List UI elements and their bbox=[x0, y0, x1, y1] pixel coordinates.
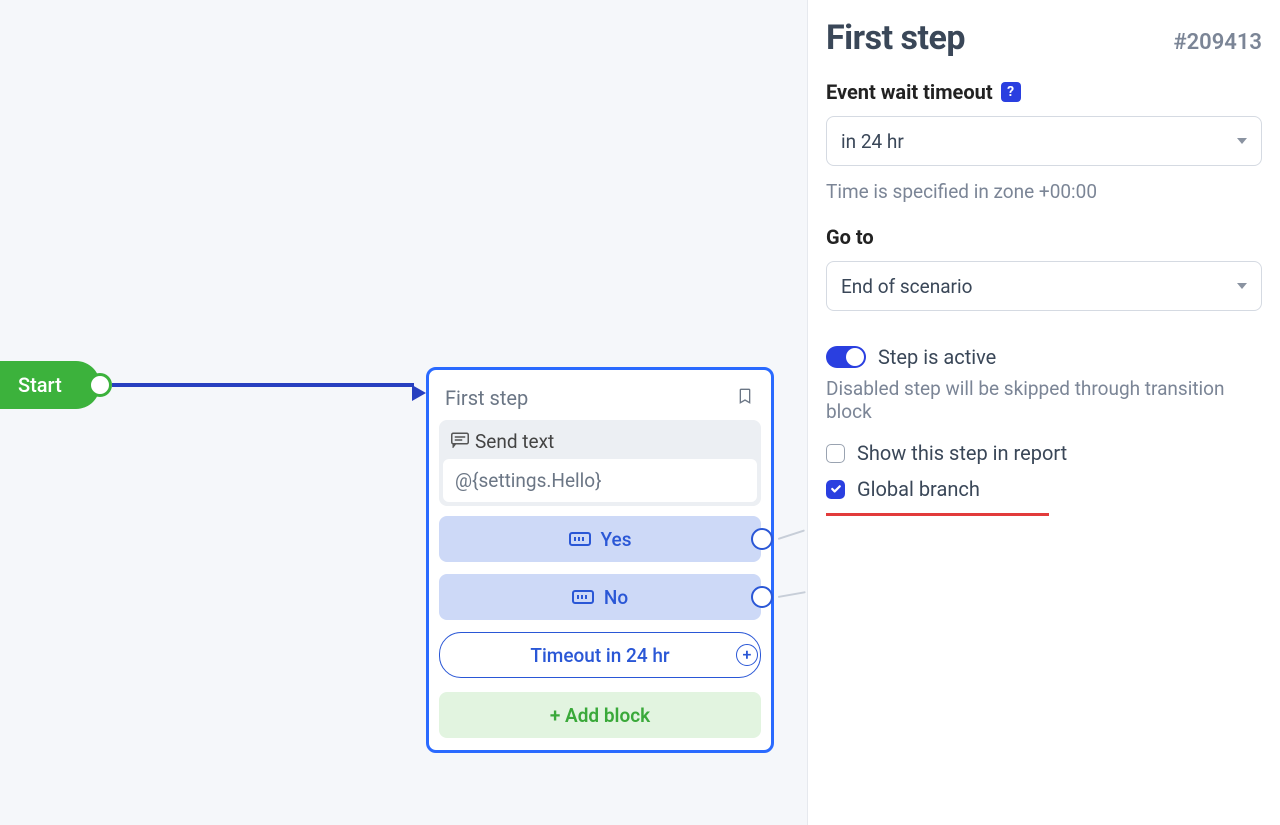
chevron-down-icon bbox=[1237, 283, 1247, 289]
reply-option-yes[interactable]: Yes bbox=[439, 516, 761, 562]
global-branch-row: Global branch bbox=[826, 477, 1262, 501]
global-branch-checkbox[interactable] bbox=[826, 480, 845, 499]
properties-panel: First step #209413 Event wait timeout ? … bbox=[807, 0, 1280, 825]
workflow-canvas[interactable]: Start First step Send text @{settings.He… bbox=[0, 0, 807, 825]
step-active-row: Step is active bbox=[826, 345, 1262, 369]
bookmark-icon[interactable] bbox=[737, 386, 753, 410]
chevron-down-icon bbox=[1237, 138, 1247, 144]
send-text-block[interactable]: Send text @{settings.Hello} bbox=[439, 420, 761, 506]
panel-title: First step bbox=[826, 18, 965, 58]
plus-icon[interactable]: + bbox=[736, 644, 758, 666]
step-active-hint: Disabled step will be skipped through tr… bbox=[826, 377, 1262, 423]
connector-arrow-icon bbox=[412, 385, 426, 401]
connector-stub bbox=[778, 529, 805, 540]
field-goto: Go to End of scenario bbox=[826, 225, 1262, 311]
send-text-block-header: Send text bbox=[443, 424, 757, 459]
panel-step-id: #209413 bbox=[1173, 30, 1262, 55]
reply-option-label: No bbox=[604, 586, 628, 609]
field-event-wait-timeout: Event wait timeout ? in 24 hr Time is sp… bbox=[826, 80, 1262, 203]
field-label-text: Event wait timeout bbox=[826, 80, 993, 104]
start-node[interactable]: Start bbox=[0, 361, 100, 409]
keyboard-icon bbox=[572, 590, 594, 604]
timeout-select[interactable]: in 24 hr bbox=[826, 116, 1262, 166]
reply-option-no[interactable]: No bbox=[439, 574, 761, 620]
step-card[interactable]: First step Send text @{settings.Hello} Y… bbox=[426, 367, 774, 753]
reply-no-output-port[interactable] bbox=[751, 586, 773, 608]
goto-select[interactable]: End of scenario bbox=[826, 261, 1262, 311]
send-text-block-body: @{settings.Hello} bbox=[443, 459, 757, 502]
annotation-underline bbox=[826, 513, 1049, 516]
timeout-hint: Time is specified in zone +00:00 bbox=[826, 180, 1262, 203]
field-label: Go to bbox=[826, 225, 1262, 249]
start-node-label: Start bbox=[18, 373, 62, 397]
step-active-label: Step is active bbox=[878, 345, 996, 369]
global-branch-label: Global branch bbox=[857, 477, 980, 501]
chat-icon bbox=[451, 430, 469, 453]
keyboard-icon bbox=[569, 532, 591, 546]
step-card-title: First step bbox=[445, 386, 528, 410]
add-block-label: + Add block bbox=[550, 704, 650, 727]
start-node-output-port[interactable] bbox=[88, 373, 112, 397]
show-in-report-label: Show this step in report bbox=[857, 441, 1067, 465]
panel-header: First step #209413 bbox=[826, 18, 1262, 58]
step-active-toggle[interactable] bbox=[826, 346, 866, 368]
timeout-option-label: Timeout in 24 hr bbox=[530, 644, 669, 667]
select-value: End of scenario bbox=[841, 275, 972, 298]
reply-yes-output-port[interactable] bbox=[751, 528, 773, 550]
timeout-option[interactable]: Timeout in 24 hr + bbox=[439, 632, 761, 678]
send-text-block-title: Send text bbox=[475, 430, 554, 453]
field-label-text: Go to bbox=[826, 225, 874, 249]
connector-line bbox=[112, 383, 414, 387]
show-in-report-checkbox[interactable] bbox=[826, 444, 845, 463]
show-in-report-row: Show this step in report bbox=[826, 441, 1262, 465]
field-label: Event wait timeout ? bbox=[826, 80, 1262, 104]
connector-stub bbox=[778, 591, 806, 598]
select-value: in 24 hr bbox=[841, 130, 904, 153]
add-block-button[interactable]: + Add block bbox=[439, 692, 761, 738]
reply-option-label: Yes bbox=[601, 528, 632, 551]
step-card-header: First step bbox=[439, 380, 761, 420]
help-icon[interactable]: ? bbox=[1001, 82, 1021, 102]
